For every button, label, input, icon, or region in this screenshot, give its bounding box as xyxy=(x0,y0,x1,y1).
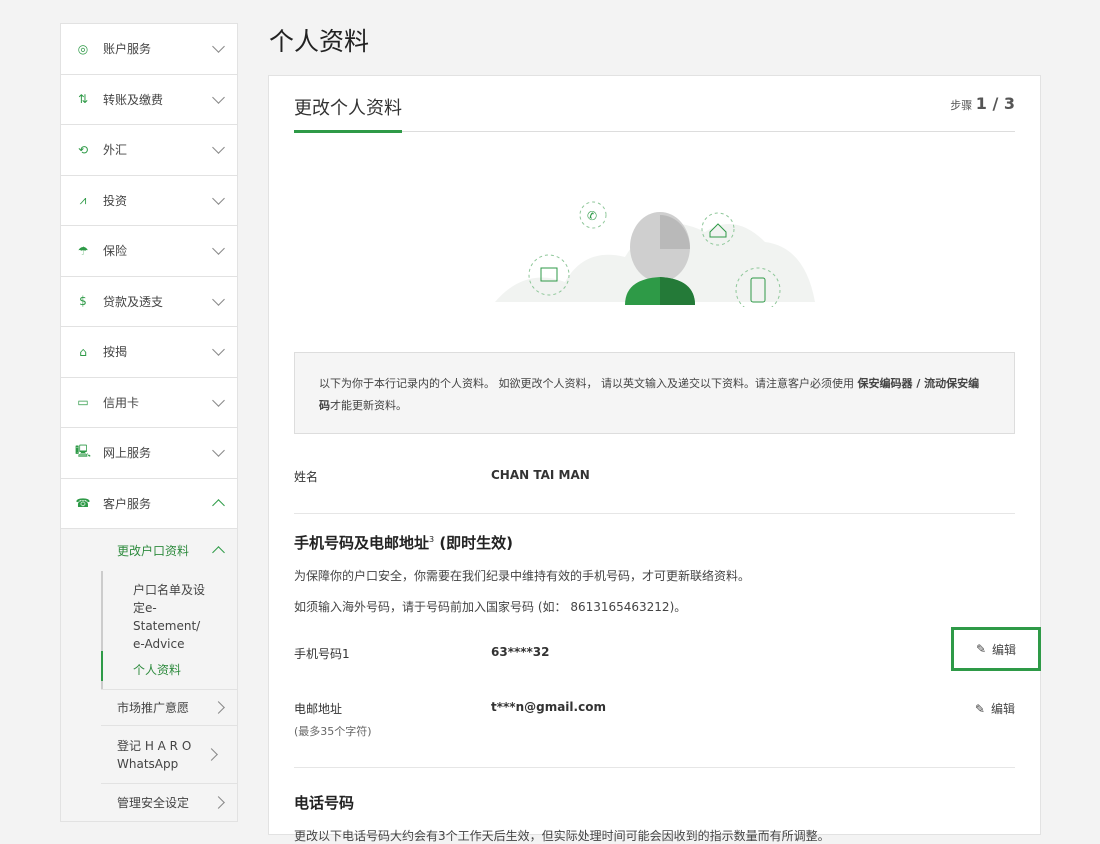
notice-text: 以下为你于本行记录内的个人资料。 如欲更改个人资料， 请以英文输入及递交以下资料… xyxy=(319,377,858,390)
customer-service-icon: ☎ xyxy=(71,491,95,515)
submenu-customer-service: 更改户口资料 户口名单及设定e-Statement/ e-Advice 个人资料… xyxy=(61,529,237,821)
link-register-whatsapp[interactable]: 登记 H A R O WhatsApp xyxy=(101,725,237,783)
chevron-right-icon xyxy=(212,796,225,809)
chevron-down-icon xyxy=(212,141,225,154)
chevron-down-icon xyxy=(212,444,225,457)
sidebar-item-7[interactable]: ▭ 信用卡 xyxy=(61,378,237,429)
sidebar-item-label: 账户服务 xyxy=(103,40,214,57)
contact-section-title: 手机号码及电邮地址3 (即时生效) xyxy=(294,532,1015,553)
sidebar-item-1[interactable]: ⇅ 转账及缴费 xyxy=(61,75,237,126)
chevron-down-icon xyxy=(212,343,225,356)
card-title: 更改个人资料 xyxy=(294,94,402,133)
email-row: 电邮地址 (最多35个字符) t***n@gmail.com ✎ 编辑 xyxy=(294,700,1015,768)
profile-card: 更改个人资料 步骤 1 / 3 ✆ 以下为你于本行记录内的个人资料。 如欲更改个… xyxy=(268,75,1041,835)
email-value: t***n@gmail.com xyxy=(491,700,975,714)
submenu-change-account-info[interactable]: 更改户口资料 xyxy=(101,529,237,571)
link-marketing-preference[interactable]: 市场推广意愿 xyxy=(101,689,237,725)
name-row: 姓名CHAN TAI MAN xyxy=(294,434,1015,514)
chevron-down-icon xyxy=(212,293,225,306)
step-label: 步骤 xyxy=(950,99,972,112)
sidebar-item-label: 转账及缴费 xyxy=(103,91,214,108)
chevron-right-icon xyxy=(205,748,218,761)
sidebar-item-8[interactable]: 🖳 网上服务 xyxy=(61,428,237,479)
sidebar-item-label: 保险 xyxy=(103,242,214,259)
link-label: 管理安全设定 xyxy=(117,794,214,812)
house-percent-icon: ⌂ xyxy=(71,340,95,364)
step-indicator: 步骤 1 / 3 xyxy=(950,94,1015,131)
fx-icon: ⟲ xyxy=(71,138,95,162)
link-label: 市场推广意愿 xyxy=(117,699,214,717)
chevron-down-icon xyxy=(212,91,225,104)
link-label: 登记 H A R O WhatsApp xyxy=(117,737,207,773)
sidebar-item-9[interactable]: ☎ 客户服务 xyxy=(61,479,237,530)
name-label: 姓名 xyxy=(294,468,491,485)
profile-illustration: ✆ xyxy=(294,142,1015,352)
step-value: 1 / 3 xyxy=(976,94,1015,113)
sidebar-item-label: 按揭 xyxy=(103,343,214,360)
chart-icon: ⩘ xyxy=(71,188,95,212)
card-header: 更改个人资料 步骤 1 / 3 xyxy=(294,76,1015,132)
credit-card-icon: ▭ xyxy=(71,390,95,414)
contact-suffix: (即时生效) xyxy=(434,534,513,552)
chevron-down-icon xyxy=(212,192,225,205)
page-title: 个人资料 xyxy=(269,22,369,58)
edit-label: 编辑 xyxy=(992,641,1016,658)
link-account-list-estatement[interactable]: 户口名单及设定e-Statement/ e-Advice xyxy=(133,581,213,653)
sidebar-nav: ◎ 账户服务 ⇅ 转账及缴费 ⟲ 外汇 ⩘ 投资 ☂ 保险 $ 贷款及透支 ⌂ 按揭 ▭ 信用卡 🖳 网上服务 ☎ 客… xyxy=(60,23,238,822)
phone-section-title: 电话号码 xyxy=(294,792,1015,813)
submenu-children: 户口名单及设定e-Statement/ e-Advice 个人资料 xyxy=(101,571,237,689)
contact-title: 手机号码及电邮地址 xyxy=(294,534,429,552)
sidebar-item-0[interactable]: ◎ 账户服务 xyxy=(61,24,237,75)
sidebar-item-label: 投资 xyxy=(103,192,214,209)
link-personal-info[interactable]: 个人资料 xyxy=(133,661,237,679)
mobile-value: 63****32 xyxy=(491,645,1015,659)
sidebar-item-label: 外汇 xyxy=(103,141,214,158)
devices-icon: 🖳 xyxy=(71,441,95,465)
chevron-down-icon xyxy=(212,40,225,53)
edit-email-button[interactable]: ✎ 编辑 xyxy=(975,700,1015,717)
chevron-up-icon xyxy=(212,499,225,512)
email-hint: (最多35个字符) xyxy=(294,723,491,739)
chevron-down-icon xyxy=(212,394,225,407)
notice-box: 以下为你于本行记录内的个人资料。 如欲更改个人资料， 请以英文输入及递交以下资料… xyxy=(294,352,1015,434)
chevron-up-icon xyxy=(212,546,225,559)
active-indicator xyxy=(101,651,103,681)
user-circle-icon: ◎ xyxy=(71,37,95,61)
notice-text-end: 才能更新资料。 xyxy=(330,399,407,412)
transfer-icon: ⇅ xyxy=(71,87,95,111)
sidebar-item-label: 网上服务 xyxy=(103,444,214,461)
sidebar-item-label: 客户服务 xyxy=(103,495,214,512)
edit-mobile-button[interactable]: ✎ 编辑 xyxy=(951,627,1041,671)
contact-desc-1: 为保障你的户口安全，你需要在我们纪录中维持有效的手机号码，才可更新联络资料。 xyxy=(294,567,1015,584)
email-label: 电邮地址 xyxy=(294,702,342,716)
mobile-row: 手机号码1 63****32 ✎编辑 xyxy=(294,645,1015,662)
sidebar-item-label: 信用卡 xyxy=(103,394,214,411)
mobile-label: 手机号码1 xyxy=(294,645,491,662)
svg-text:✆: ✆ xyxy=(587,209,597,223)
sidebar-item-2[interactable]: ⟲ 外汇 xyxy=(61,125,237,176)
sidebar-item-6[interactable]: ⌂ 按揭 xyxy=(61,327,237,378)
chevron-right-icon xyxy=(212,701,225,714)
contact-desc-2: 如须输入海外号码，请于号码前加入国家号码 (如： 8613165463212)。 xyxy=(294,598,1015,615)
pencil-icon: ✎ xyxy=(976,642,986,656)
sidebar-item-3[interactable]: ⩘ 投资 xyxy=(61,176,237,227)
submenu-label: 更改户口资料 xyxy=(101,542,214,559)
chevron-down-icon xyxy=(212,242,225,255)
edit-label: 编辑 xyxy=(991,700,1015,717)
money-bag-icon: $ xyxy=(71,289,95,313)
pencil-icon: ✎ xyxy=(975,702,985,716)
sidebar-item-4[interactable]: ☂ 保险 xyxy=(61,226,237,277)
link-security-settings[interactable]: 管理安全设定 xyxy=(101,783,237,821)
phone-desc: 更改以下电话号码大约会有3个工作天后生效，但实际处理时间可能会因收到的指示数量而… xyxy=(294,827,1015,844)
umbrella-icon: ☂ xyxy=(71,239,95,263)
sidebar-item-label: 贷款及透支 xyxy=(103,293,214,310)
name-value: CHAN TAI MAN xyxy=(491,468,590,485)
sidebar-item-5[interactable]: $ 贷款及透支 xyxy=(61,277,237,328)
